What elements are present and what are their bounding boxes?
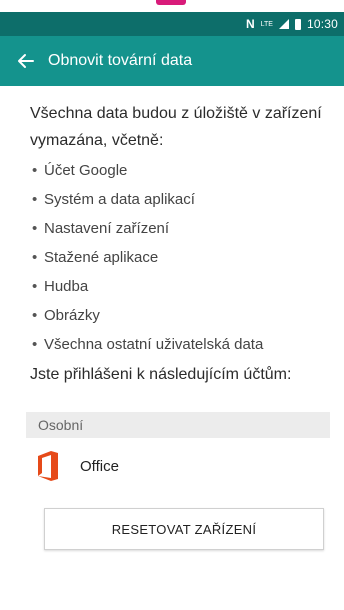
accounts-heading: Jste přihlášeni k následujícím účtům: bbox=[30, 366, 292, 383]
top-accent-bar bbox=[156, 0, 186, 5]
account-name: Office bbox=[80, 457, 119, 475]
arrow-left-icon[interactable] bbox=[14, 49, 38, 73]
reset-device-button[interactable]: RESETOVAT ZAŘÍZENÍ bbox=[44, 508, 324, 550]
lte-icon: LTE bbox=[260, 20, 273, 28]
status-bar: N LTE 10:30 bbox=[0, 12, 344, 36]
list-item: Všechna ostatní uživatelská data bbox=[30, 330, 340, 359]
account-item-office: Office bbox=[36, 446, 119, 486]
list-item: Systém a data aplikací bbox=[30, 185, 340, 214]
status-time: 10:30 bbox=[306, 17, 338, 31]
list-item: Obrázky bbox=[30, 301, 340, 330]
list-item: Hudba bbox=[30, 272, 340, 301]
section-header-personal: Osobní bbox=[26, 412, 330, 438]
list-item: Nastavení zařízení bbox=[30, 214, 340, 243]
battery-icon bbox=[294, 18, 301, 30]
signal-icon bbox=[278, 19, 289, 29]
list-item: Účet Google bbox=[30, 156, 340, 185]
app-bar: Obnovit tovární data bbox=[0, 36, 344, 86]
data-list: Účet Google Systém a data aplikací Nasta… bbox=[30, 156, 340, 359]
nfc-icon: N bbox=[245, 17, 255, 31]
office-icon bbox=[36, 449, 60, 483]
status-icons: N LTE 10:30 bbox=[246, 12, 338, 36]
main-content: Všechna data budou z úložiště v zařízení… bbox=[30, 100, 340, 387]
list-item: Stažené aplikace bbox=[30, 243, 340, 272]
intro-text: Všechna data budou z úložiště v zařízení… bbox=[30, 105, 322, 149]
page-title: Obnovit tovární data bbox=[48, 52, 193, 69]
